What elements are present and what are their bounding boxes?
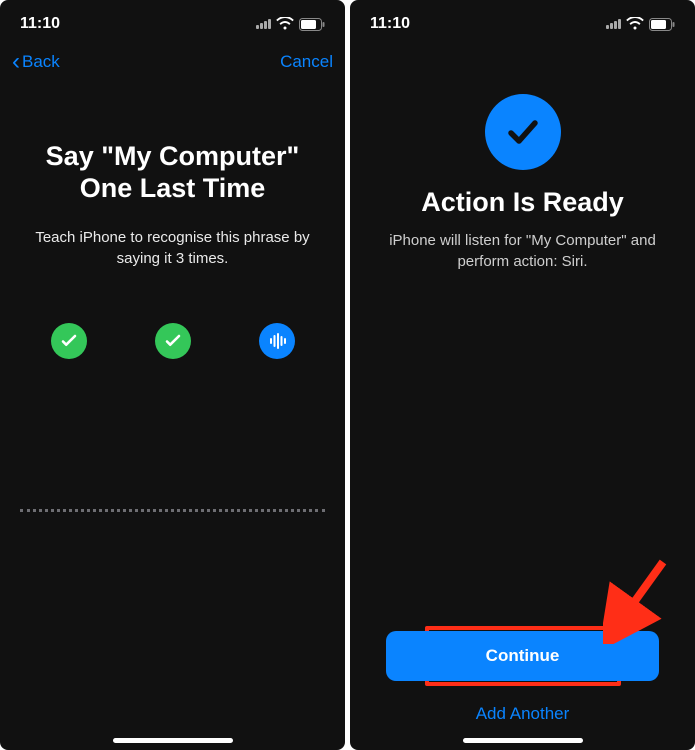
chevron-left-icon: ‹ (12, 50, 20, 74)
waveform-baseline (20, 509, 325, 512)
back-button[interactable]: ‹ Back (12, 50, 60, 74)
status-bar: 11:10 (0, 0, 345, 42)
progress-indicators (20, 323, 325, 359)
back-label: Back (22, 52, 60, 72)
phone-right: 11:10 Action Is Ready iPhone will listen… (350, 0, 695, 750)
continue-button[interactable]: Continue (386, 631, 659, 681)
title-line2: One Last Time (80, 173, 266, 203)
indicator-3-listening-icon (259, 323, 295, 359)
cellular-icon (606, 19, 621, 29)
cancel-button[interactable]: Cancel (280, 52, 333, 72)
nav-bar: ‹ Back Cancel (0, 42, 345, 84)
status-time: 11:10 (370, 15, 410, 33)
battery-icon (299, 18, 325, 31)
status-time: 11:10 (20, 15, 60, 33)
status-bar: 11:10 (350, 0, 695, 42)
page-title: Say "My Computer" One Last Time (20, 140, 325, 205)
wifi-icon (276, 17, 294, 31)
battery-icon (649, 18, 675, 31)
cellular-icon (256, 19, 271, 29)
page-title: Action Is Ready (370, 186, 675, 218)
indicator-1-check-icon (51, 323, 87, 359)
subtitle: iPhone will listen for "My Computer" and… (370, 230, 675, 272)
phone-left: 11:10 ‹ Back Cancel Say "My Computer" On… (0, 0, 345, 750)
status-icons (606, 17, 675, 31)
status-icons (256, 17, 325, 31)
content-left: Say "My Computer" One Last Time Teach iP… (0, 84, 345, 750)
content-right: Action Is Ready iPhone will listen for "… (350, 42, 695, 750)
title-line1: Say "My Computer" (46, 141, 300, 171)
subtitle: Teach iPhone to recognise this phrase by… (20, 227, 325, 269)
bottom-actions: Continue Add Another (370, 631, 675, 750)
add-another-button[interactable]: Add Another (386, 704, 659, 724)
success-check-icon (485, 94, 561, 170)
home-indicator[interactable] (463, 738, 583, 743)
home-indicator[interactable] (113, 738, 233, 743)
indicator-2-check-icon (155, 323, 191, 359)
wifi-icon (626, 17, 644, 31)
